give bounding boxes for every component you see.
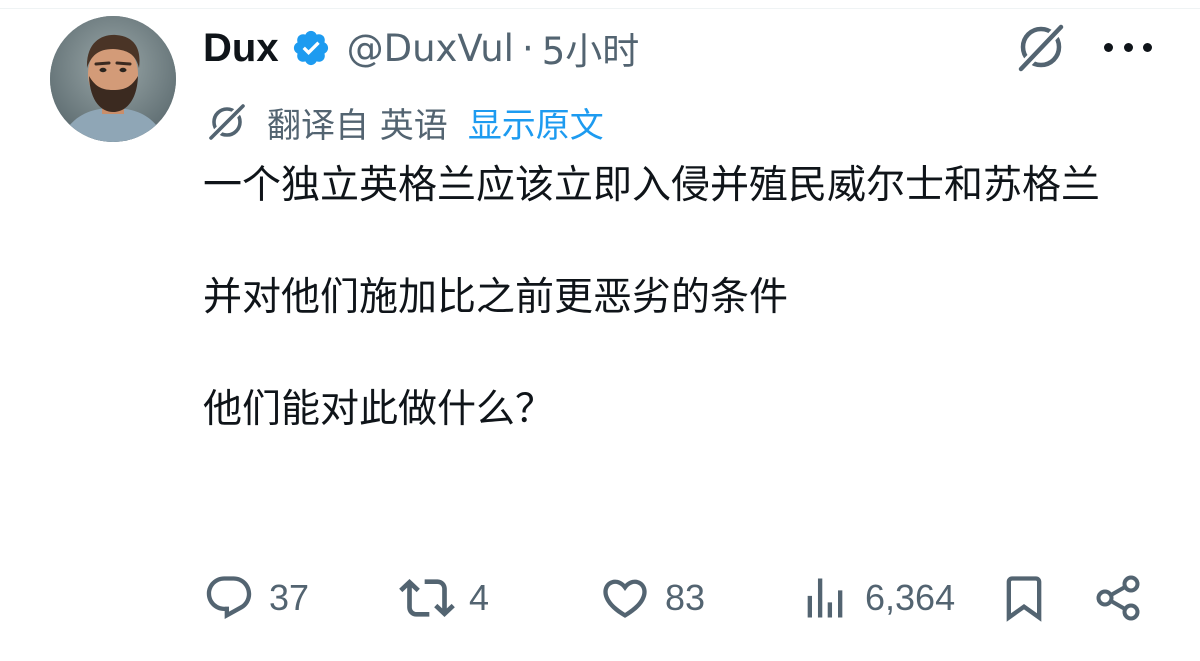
views-button[interactable]: 6,364 [799, 570, 955, 626]
heart-icon [603, 579, 647, 618]
more-icon[interactable] [1104, 18, 1152, 76]
translate-icon [205, 100, 249, 144]
share-button[interactable] [1093, 570, 1145, 626]
translated-from-label: 翻译自 英语 [267, 105, 448, 146]
author-handle[interactable]: @DuxVul [347, 27, 514, 70]
separator-dot: · [521, 26, 534, 70]
action-bar: 37 4 83 6,364 [203, 570, 1148, 626]
translation-row: 翻译自 英语 显示原文 [205, 96, 604, 148]
like-count: 83 [665, 577, 706, 618]
reply-button[interactable]: 37 [203, 570, 309, 626]
tweet-paragraph: 他们能对此做什么？ [203, 387, 555, 432]
bookmark-icon [1006, 576, 1042, 622]
repost-icon [399, 579, 455, 617]
reply-count: 37 [269, 577, 310, 618]
share-icon [1096, 575, 1140, 621]
display-name[interactable]: Dux [203, 26, 279, 71]
avatar[interactable] [50, 16, 176, 142]
tweet-top-controls [1012, 18, 1152, 76]
more-dot [1123, 42, 1133, 52]
views-icon [807, 578, 843, 618]
top-divider [0, 0, 1200, 9]
tweet-text: 一个独立英格兰应该立即入侵并殖民威尔士和苏格兰 并对他们施加比之前更恶劣的条件 … [203, 158, 1153, 438]
repost-count: 4 [469, 577, 490, 618]
more-dot [1143, 42, 1152, 52]
verified-badge-icon [291, 28, 331, 68]
show-original-link[interactable]: 显示原文 [468, 98, 604, 147]
views-count: 6,364 [865, 577, 956, 618]
like-button[interactable]: 83 [599, 570, 705, 626]
tweet-paragraph: 一个独立英格兰应该立即入侵并殖民威尔士和苏格兰 [203, 163, 1101, 208]
tweet-paragraph: 并对他们施加比之前更恶劣的条件 [203, 275, 789, 320]
more-dot [1104, 42, 1113, 52]
reply-icon [206, 576, 252, 620]
post-time[interactable]: 5小时 [542, 21, 640, 75]
repost-button[interactable]: 4 [399, 570, 489, 626]
avatar-image [50, 16, 176, 142]
grok-icon[interactable] [1012, 18, 1070, 76]
bookmark-button[interactable] [998, 570, 1050, 626]
tweet-header: Dux @DuxVul · 5小时 [203, 20, 639, 76]
